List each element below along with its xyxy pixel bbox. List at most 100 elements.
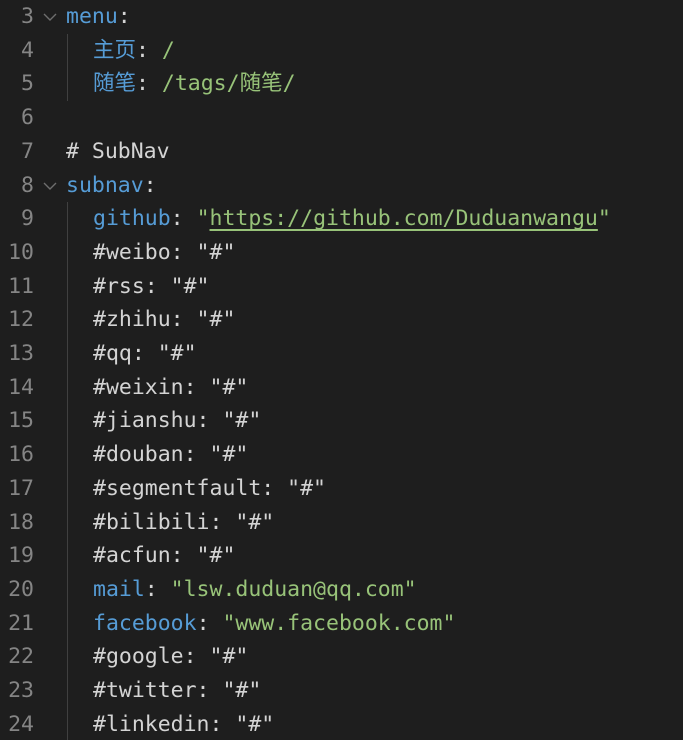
code-text: github: "https://github.com/Duduanwangu"	[93, 202, 611, 236]
code-line[interactable]: 15 #jianshu: "#"	[0, 404, 683, 438]
code-token: #weibo: "#"	[93, 239, 236, 265]
yaml-key: subnav	[66, 172, 144, 198]
yaml-key: mail	[93, 576, 145, 602]
code-text: #rss: "#"	[93, 270, 210, 304]
line-number: 24	[8, 711, 34, 737]
code-token: #acfun: "#"	[93, 543, 236, 569]
code-editor[interactable]: 3 menu: 4 主页: / 5 随笔: /tags/随笔/6 7 # SubNav 8 sub…	[0, 0, 683, 740]
line-number: 23	[8, 678, 34, 703]
code-text: # SubNav	[66, 135, 170, 169]
code-text: #segmentfault: "#"	[93, 472, 326, 506]
code-line[interactable]: 14 #weixin: "#"	[0, 371, 683, 405]
code-token: :	[170, 206, 197, 232]
code-text: #douban: "#"	[93, 438, 248, 472]
line-number: 19	[8, 543, 34, 569]
line-number: 15	[8, 408, 34, 434]
code-text: #weixin: "#"	[93, 371, 248, 405]
code-text: #twitter: "#"	[93, 674, 261, 708]
code-token: :	[196, 610, 223, 636]
code-text: facebook: "www.facebook.com"	[93, 607, 455, 641]
code-line[interactable]: 10 #weibo: "#"	[0, 236, 683, 270]
code-line[interactable]: 5 随笔: /tags/随笔/	[0, 67, 683, 101]
line-number: 3	[21, 4, 34, 29]
line-number: 12	[8, 307, 34, 333]
code-text: #qq: "#"	[93, 337, 197, 371]
code-text: 随笔: /tags/随笔/	[93, 67, 296, 101]
line-number: 11	[8, 273, 34, 299]
code-line[interactable]: 6	[0, 101, 683, 135]
code-token: "lsw.duduan@qq.com"	[170, 576, 417, 602]
code-text: subnav:	[66, 169, 157, 203]
code-token: #weixin: "#"	[93, 374, 249, 400]
code-token: :	[136, 71, 162, 97]
code-line[interactable]: 21 facebook: "www.facebook.com"	[0, 607, 683, 641]
code-text: #bilibili: "#"	[93, 506, 274, 540]
code-line[interactable]: 18 #bilibili: "#"	[0, 506, 683, 540]
code-text: 主页: /	[93, 34, 175, 68]
code-text: #zhihu: "#"	[93, 303, 235, 337]
code-token: #bilibili: "#"	[93, 509, 275, 535]
code-token: #jianshu: "#"	[93, 408, 262, 434]
code-line[interactable]: 13 #qq: "#"	[0, 337, 683, 371]
code-token: # SubNav	[66, 138, 170, 164]
code-token: #twitter: "#"	[93, 678, 262, 703]
line-number: 18	[8, 509, 34, 535]
line-number: 7	[21, 138, 34, 164]
code-line[interactable]: 7 # SubNav	[0, 135, 683, 169]
line-number: 13	[8, 341, 34, 366]
code-line[interactable]: 23 #twitter: "#"	[0, 674, 683, 708]
code-token: "www.facebook.com"	[222, 610, 456, 636]
line-number: 16	[8, 442, 34, 468]
code-token: :	[117, 4, 131, 29]
code-line[interactable]: 9 github: "https://github.com/Duduanwangu…	[0, 202, 683, 236]
code-line[interactable]: 16 #douban: "#"	[0, 438, 683, 472]
code-line[interactable]: 8 subnav:	[0, 169, 683, 203]
code-text: #jianshu: "#"	[93, 404, 261, 438]
yaml-key: 主页	[93, 37, 137, 63]
fold-chevron-icon[interactable]	[42, 169, 58, 191]
code-line[interactable]: 11 #rss: "#"	[0, 270, 683, 304]
code-token: #google: "#"	[93, 644, 249, 670]
yaml-key: 随笔	[93, 71, 137, 97]
code-token: :	[143, 172, 157, 198]
code-token: #douban: "#"	[93, 442, 249, 468]
code-line[interactable]: 22 #google: "#"	[0, 640, 683, 674]
code-token: /tags/随笔/	[161, 71, 296, 97]
code-token: #qq: "#"	[93, 341, 197, 366]
code-token: #linkedin: "#"	[93, 711, 275, 737]
code-token: :	[136, 37, 162, 63]
line-number: 6	[21, 105, 34, 131]
code-token: #segmentfault: "#"	[93, 475, 326, 501]
line-number: 20	[8, 576, 34, 602]
fold-chevron-icon[interactable]	[42, 0, 58, 22]
code-text: mail: "lsw.duduan@qq.com"	[93, 573, 417, 607]
code-token: "	[196, 206, 210, 232]
code-line[interactable]: 24 #linkedin: "#"	[0, 708, 683, 740]
line-number: 22	[8, 644, 34, 670]
url-link[interactable]: https://github.com/Duduanwangu	[210, 206, 598, 231]
code-line[interactable]: 4 主页: /	[0, 34, 683, 68]
yaml-key: github	[93, 206, 171, 232]
code-line[interactable]: 3 menu:	[0, 0, 683, 34]
yaml-key: menu	[66, 4, 118, 29]
code-text: menu:	[66, 0, 131, 34]
code-token: /	[161, 37, 175, 63]
line-number: 5	[21, 71, 34, 97]
code-text: #acfun: "#"	[93, 539, 235, 573]
line-number: 14	[8, 374, 34, 400]
code-token: #rss: "#"	[93, 273, 210, 299]
code-line[interactable]: 19 #acfun: "#"	[0, 539, 683, 573]
line-number: 9	[21, 206, 34, 232]
code-text: #weibo: "#"	[93, 236, 235, 270]
line-number: 8	[21, 172, 34, 198]
code-line[interactable]: 12 #zhihu: "#"	[0, 303, 683, 337]
code-token: "	[597, 206, 611, 232]
yaml-key: facebook	[93, 610, 197, 636]
code-line[interactable]: 17 #segmentfault: "#"	[0, 472, 683, 506]
line-number: 21	[8, 610, 34, 636]
code-token: :	[144, 576, 171, 602]
code-line[interactable]: 20 mail: "lsw.duduan@qq.com"	[0, 573, 683, 607]
line-number: 10	[8, 239, 34, 265]
code-token: #zhihu: "#"	[93, 307, 236, 333]
line-number: 4	[21, 37, 34, 63]
